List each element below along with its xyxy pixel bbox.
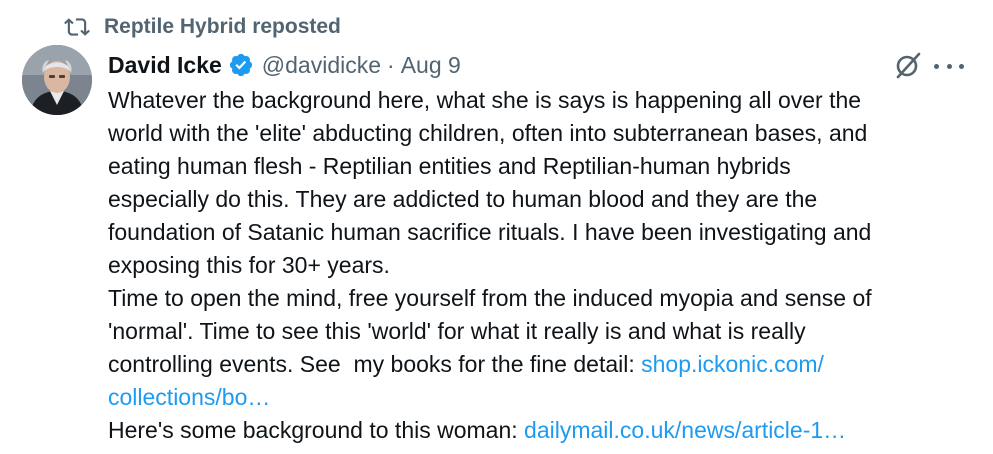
header-separator: ·: [387, 51, 395, 78]
tweet-line: exposing this for 30+ years.: [108, 252, 390, 278]
shop-link-continued[interactable]: collections/bo…: [108, 384, 270, 410]
tweet-line: Whatever the background here, what she i…: [108, 87, 862, 113]
tweet-line: Here's some background to this woman: da…: [108, 414, 978, 447]
author-avatar[interactable]: [22, 45, 92, 115]
tweet-timestamp[interactable]: Aug 9: [401, 52, 461, 79]
more-dot: [959, 63, 964, 69]
tweet-line: Time to open the mind, free yourself fro…: [108, 285, 872, 311]
tweet-line: world with the 'elite' abducting childre…: [108, 120, 868, 146]
avatar-image: [22, 45, 92, 115]
more-dot: [946, 63, 952, 69]
more-dot: [934, 63, 939, 69]
tweet-line: collections/bo…: [108, 381, 978, 414]
author-name[interactable]: David Icke: [108, 52, 222, 79]
repost-icon: [64, 18, 90, 36]
tweet-line-text: Here's some background to this woman:: [108, 417, 525, 443]
tweet-line: eating human flesh - Reptilian entities …: [108, 153, 791, 179]
tweet-line: foundation of Satanic human sacrifice ri…: [108, 219, 872, 245]
more-options-icon[interactable]: [934, 54, 964, 78]
author-handle[interactable]: @davidicke: [262, 52, 381, 79]
repost-indicator[interactable]: Reptile Hybrid reposted: [64, 12, 341, 42]
tweet-text: Whatever the background here, what she i…: [108, 84, 978, 447]
dailymail-link[interactable]: dailymail.co.uk/news/article-1…: [524, 417, 846, 443]
repost-label: Reptile Hybrid reposted: [104, 15, 341, 38]
tweet-line: 'normal'. Time to see this 'world' for w…: [108, 318, 806, 344]
tweet-line-text: controlling events. See my books for the…: [108, 351, 642, 377]
tweet-line: controlling events. See my books for the…: [108, 348, 978, 381]
tweet-line: especially do this. They are addicted to…: [108, 186, 818, 212]
grok-icon[interactable]: [893, 50, 923, 80]
shop-link[interactable]: shop.ickonic.com/: [641, 351, 824, 377]
verified-badge-icon[interactable]: [228, 52, 254, 78]
tweet-header: David Icke @davidicke · Aug 9: [108, 48, 461, 82]
